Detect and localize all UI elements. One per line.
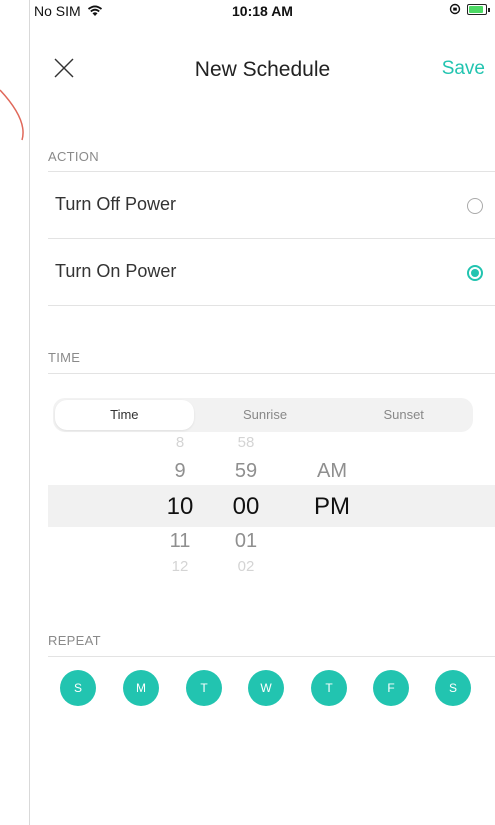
picker-value: 12 [171,558,189,575]
option-turn-on-power[interactable]: Turn On Power [48,239,495,305]
status-time: 10:18 AM [232,3,293,19]
decorative-arc [0,89,24,141]
status-right [449,3,490,15]
page-title: New Schedule [194,58,331,81]
option-turn-off-power[interactable]: Turn Off Power [48,172,495,238]
time-section-label: TIME [48,350,81,365]
orientation-lock-icon [449,3,461,15]
status-bar: No SIM 10:18 AM [30,0,495,24]
day-wednesday[interactable]: W [248,670,284,706]
picker-value: 59 [234,460,258,482]
picker-value: 02 [237,558,255,575]
action-section-label: ACTION [48,149,99,164]
picker-selected-hour: 10 [166,493,194,520]
battery-icon [467,3,490,15]
repeat-section-label: REPEAT [48,633,101,648]
day-tuesday[interactable]: T [186,670,222,706]
picker-value: 8 [175,434,185,451]
day-saturday[interactable]: S [435,670,471,706]
segment-sunset[interactable]: Sunset [334,398,473,432]
time-mode-segmented-control: Time Sunrise Sunset [53,398,473,432]
ampm-picker-wheel[interactable]: AM PM [302,434,362,574]
divider [48,656,495,657]
repeat-days: S M T W T F S [48,670,495,706]
option-label: Turn On Power [55,261,177,281]
segment-time[interactable]: Time [55,400,194,430]
day-monday[interactable]: M [123,670,159,706]
picker-value: 11 [169,530,191,552]
divider [48,305,495,306]
picker-selected-minute: 00 [232,493,260,520]
day-thursday[interactable]: T [311,670,347,706]
picker-selected-period: PM [314,493,350,520]
picker-value: 9 [174,460,186,482]
minute-picker-wheel[interactable]: 58 59 00 01 02 [216,434,276,575]
divider [48,373,495,374]
day-friday[interactable]: F [373,670,409,706]
option-label: Turn Off Power [55,194,177,214]
picker-value: 01 [234,530,258,552]
nav-bar: New Schedule Save [30,44,495,94]
radio-selected[interactable] [467,265,483,281]
segment-sunrise[interactable]: Sunrise [196,398,335,432]
phone-screen: No SIM 10:18 AM New Schedule Save ACTION… [30,0,495,825]
hour-picker-wheel[interactable]: 8 9 10 11 12 [150,434,210,575]
day-sunday[interactable]: S [60,670,96,706]
picker-value: AM [317,460,347,482]
radio-unselected[interactable] [467,198,483,214]
save-button[interactable]: Save [442,58,485,80]
picker-value: 58 [237,434,255,451]
